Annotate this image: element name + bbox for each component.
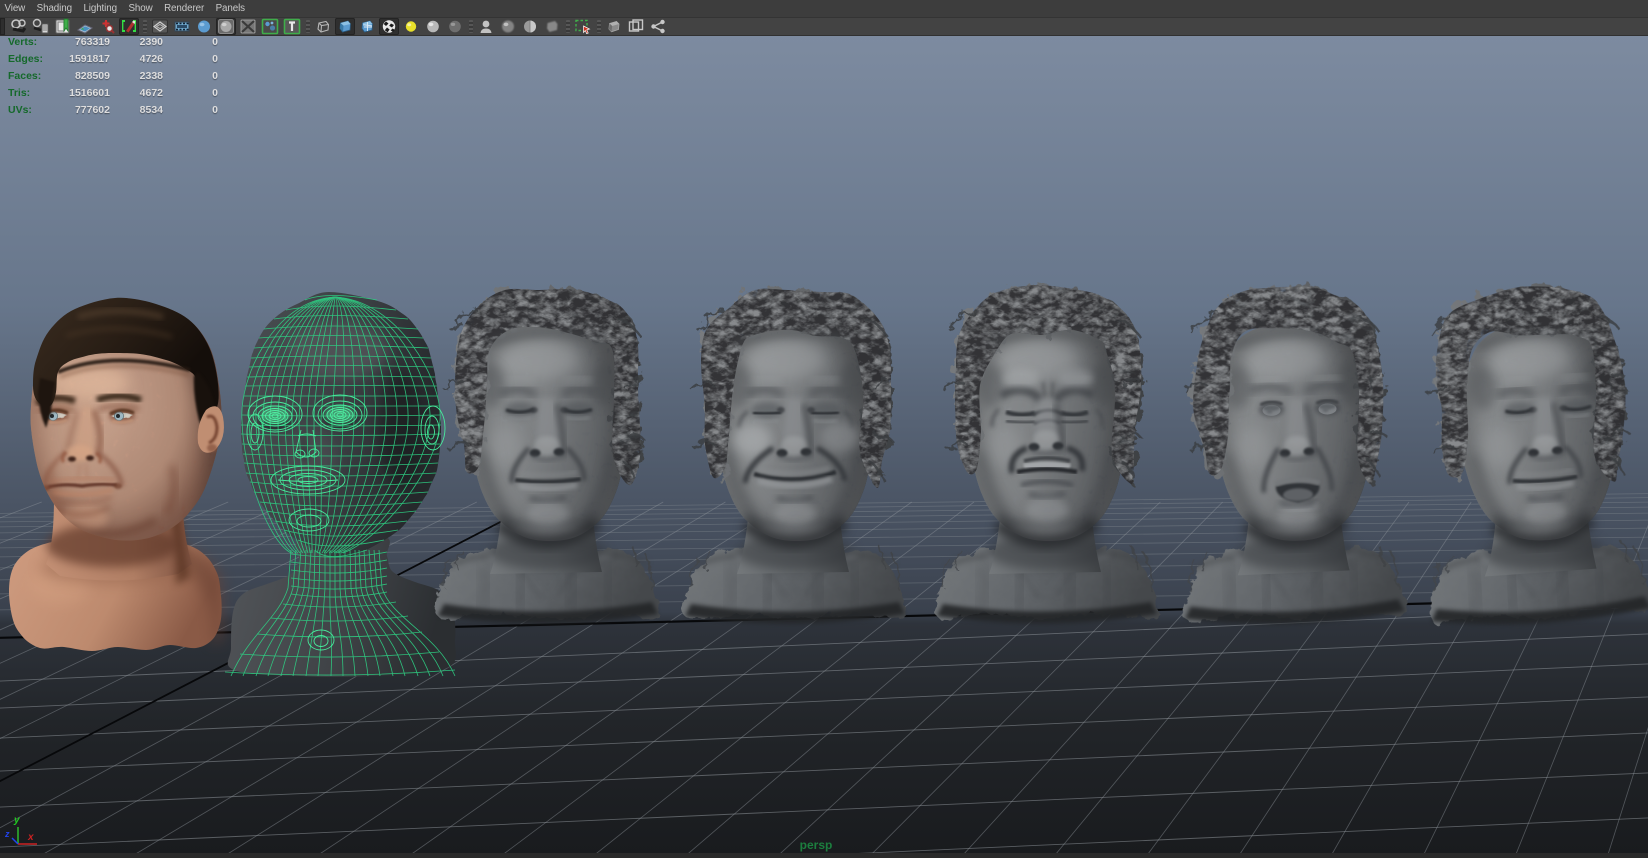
heads-up-display: Verts: 763319 2390 0 Edges: 1591817 4726… xyxy=(8,36,43,121)
select-camera-attributes-icon[interactable] xyxy=(31,18,51,35)
menu-shading[interactable]: Shading xyxy=(32,3,79,14)
hud-other: 0 xyxy=(163,70,218,82)
no-lighting-icon[interactable] xyxy=(445,18,465,35)
head-scan-openmouth[interactable] xyxy=(1175,284,1406,626)
axis-label-y: y xyxy=(13,815,20,826)
camera-name-label: persp xyxy=(776,838,856,852)
axis-gizmo: y x z xyxy=(2,806,62,852)
hud-other: 0 xyxy=(163,53,218,65)
image-plane-icon[interactable] xyxy=(75,18,95,35)
panel-menubar: View Shading Lighting Show Renderer Pane… xyxy=(0,0,1648,18)
hud-total: 777602 xyxy=(8,104,110,116)
head-wireframe[interactable] xyxy=(225,292,456,677)
viewport-3d[interactable]: Verts: 763319 2390 0 Edges: 1591817 4726… xyxy=(0,35,1648,853)
hud-total: 763319 xyxy=(8,36,110,48)
head-scan-neutral[interactable] xyxy=(437,289,659,624)
hud-other: 0 xyxy=(163,36,218,48)
head-textured[interactable] xyxy=(9,298,240,651)
hud-selected: 4672 xyxy=(110,87,163,99)
textured-icon[interactable] xyxy=(260,18,280,35)
panel-toolbar xyxy=(0,18,1648,35)
toolbar-separator xyxy=(597,20,601,33)
clipped-icon xyxy=(0,18,5,35)
toolbar-separator xyxy=(143,20,147,33)
grease-pencil-icon[interactable] xyxy=(119,18,139,35)
hud-selected: 8534 xyxy=(110,104,163,116)
pan-zoom-2d-icon[interactable] xyxy=(97,18,117,35)
menu-renderer[interactable]: Renderer xyxy=(160,3,212,14)
smooth-shade-all-icon[interactable] xyxy=(335,18,355,35)
toolbar-separator xyxy=(469,20,473,33)
hud-selected: 2338 xyxy=(110,70,163,82)
overlap-frames-icon[interactable] xyxy=(626,18,646,35)
isolate-select-icon[interactable] xyxy=(573,18,593,35)
wireframe-cube-icon[interactable] xyxy=(313,18,333,35)
toolbar-separator xyxy=(566,20,570,33)
hud-row: Tris: 1516601 4672 0 xyxy=(8,87,43,104)
use-all-lights-icon[interactable] xyxy=(401,18,421,35)
hud-other: 0 xyxy=(163,87,218,99)
hud-selected: 2390 xyxy=(110,36,163,48)
hud-row: Verts: 763319 2390 0 xyxy=(8,36,43,53)
hud-total: 1591817 xyxy=(8,53,110,65)
plain-cube-icon[interactable] xyxy=(604,18,624,35)
bookmarks-icon[interactable] xyxy=(53,18,73,35)
menu-lighting[interactable]: Lighting xyxy=(79,3,124,14)
menu-show[interactable]: Show xyxy=(124,3,160,14)
toolbar-separator xyxy=(306,20,310,33)
head-scan-smile[interactable] xyxy=(684,289,906,624)
smooth-shade-wireframe-icon[interactable] xyxy=(357,18,377,35)
default-lighting-icon[interactable] xyxy=(423,18,443,35)
film-gate-icon[interactable] xyxy=(172,18,192,35)
use-default-material-icon[interactable] xyxy=(238,18,258,35)
xray-half-icon[interactable] xyxy=(520,18,540,35)
shaded-smooth-icon[interactable] xyxy=(194,18,214,35)
isolate-head-icon[interactable] xyxy=(476,18,496,35)
hud-selected: 4726 xyxy=(110,53,163,65)
hud-total: 828509 xyxy=(8,70,110,82)
viewport-canvas[interactable] xyxy=(0,35,1648,853)
shaded-flat-icon[interactable] xyxy=(216,18,236,35)
axis-label-x: x xyxy=(27,832,34,843)
xray-cube-icon[interactable] xyxy=(542,18,562,35)
menu-panels[interactable]: Panels xyxy=(211,3,252,14)
uv-texture-editor-icon[interactable] xyxy=(282,18,302,35)
menu-view[interactable]: View xyxy=(0,3,32,14)
wireframe-on-shaded-icon[interactable] xyxy=(150,18,170,35)
hud-row: Faces: 828509 2338 0 xyxy=(8,70,43,87)
share-nodes-icon[interactable] xyxy=(648,18,668,35)
hardware-texturing-icon[interactable] xyxy=(379,18,399,35)
hud-row: UVs: 777602 8534 0 xyxy=(8,104,43,121)
head-scan-scrunch[interactable] xyxy=(936,285,1158,624)
select-camera-icon[interactable] xyxy=(9,18,29,35)
hud-row: Edges: 1591817 4726 0 xyxy=(8,53,43,70)
hud-other: 0 xyxy=(163,104,218,116)
hud-total: 1516601 xyxy=(8,87,110,99)
xray-sphere-icon[interactable] xyxy=(498,18,518,35)
axis-label-z: z xyxy=(4,829,10,839)
